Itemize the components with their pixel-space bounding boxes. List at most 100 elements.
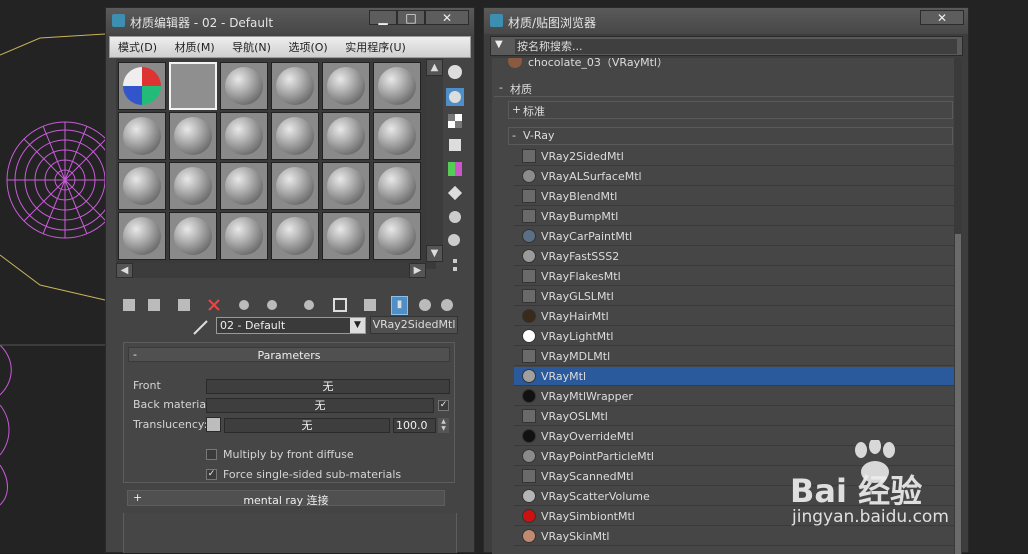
material-map-navigator-icon[interactable] xyxy=(446,256,464,274)
video-color-check-icon[interactable] xyxy=(446,160,464,178)
sample-slot[interactable] xyxy=(169,162,217,210)
menu-mode[interactable]: 模式(D) xyxy=(110,37,163,55)
sample-slot[interactable] xyxy=(322,62,370,110)
options-dropdown-icon[interactable]: ▼ xyxy=(495,39,503,50)
minimize-button[interactable]: ▁ xyxy=(369,10,397,25)
standard-category[interactable]: + 标准 xyxy=(508,101,953,119)
scroll-right-button[interactable]: ▶ xyxy=(409,263,426,278)
maximize-button[interactable]: □ xyxy=(397,10,425,25)
sample-slot[interactable] xyxy=(169,212,217,260)
material-list-item[interactable]: VRayFlakesMtl xyxy=(514,267,954,286)
scroll-left-button[interactable]: ◀ xyxy=(116,263,133,278)
material-id-channel-icon[interactable] xyxy=(332,297,348,313)
go-forward-sibling-icon[interactable] xyxy=(439,297,455,313)
sample-slot[interactable] xyxy=(322,162,370,210)
translucency-amount-spinner[interactable]: 100.0 xyxy=(393,418,436,433)
put-to-library-icon[interactable] xyxy=(301,297,317,313)
material-list-item[interactable]: VRayGLSLMtl xyxy=(514,287,954,306)
menu-navigation[interactable]: 导航(N) xyxy=(224,37,277,55)
sample-slot[interactable] xyxy=(118,212,166,260)
material-preview-sphere xyxy=(327,67,365,105)
menu-options[interactable]: 选项(O) xyxy=(280,37,333,55)
sample-slot[interactable] xyxy=(169,62,217,110)
select-by-material-icon[interactable] xyxy=(446,232,464,250)
material-list-item[interactable]: VRayOSLMtl xyxy=(514,407,954,426)
vray-category[interactable]: - V-Ray xyxy=(508,127,953,145)
go-to-parent-icon[interactable] xyxy=(417,297,433,313)
background-checker-icon[interactable] xyxy=(446,112,464,130)
sample-slot[interactable] xyxy=(271,162,319,210)
force-single-sided-checkbox[interactable]: ✓ xyxy=(206,469,217,480)
material-list-item[interactable]: VRayFastSSS2 xyxy=(514,247,954,266)
back-material-checkbox[interactable]: ✓ xyxy=(438,400,449,411)
sample-slot[interactable] xyxy=(373,112,421,160)
sample-slot[interactable] xyxy=(271,62,319,110)
sample-slot[interactable] xyxy=(118,62,166,110)
sample-type-icon[interactable] xyxy=(446,63,464,81)
scroll-down-button[interactable]: ▼ xyxy=(426,245,443,262)
close-button[interactable]: ✕ xyxy=(920,10,964,25)
backlight-icon[interactable] xyxy=(446,88,464,106)
sample-slot[interactable] xyxy=(220,212,268,260)
material-list-item[interactable]: VRayLightMtl xyxy=(514,327,954,346)
material-list-item[interactable]: VRay2SidedMtl xyxy=(514,147,954,166)
material-list-item[interactable]: VRayHairMtl xyxy=(514,307,954,326)
get-material-icon[interactable] xyxy=(121,297,137,313)
material-list-item[interactable]: VRayMDLMtl xyxy=(514,347,954,366)
sample-slot[interactable] xyxy=(220,112,268,160)
sample-slot[interactable] xyxy=(220,62,268,110)
copy-material-icon[interactable] xyxy=(236,297,252,313)
material-editor-titlebar[interactable]: 材质编辑器 - 02 - Default ▁ □ ✕ xyxy=(106,8,474,34)
sample-slot[interactable] xyxy=(271,112,319,160)
translucency-color-swatch[interactable] xyxy=(206,417,221,432)
menu-material[interactable]: 材质(M) xyxy=(167,37,221,55)
material-type-button[interactable]: VRay2SidedMtl xyxy=(370,316,458,334)
sample-slot[interactable] xyxy=(271,212,319,260)
sample-uv-tiling-icon[interactable] xyxy=(446,136,464,154)
sample-slot[interactable] xyxy=(373,162,421,210)
sample-slot[interactable] xyxy=(373,212,421,260)
horizontal-toolbar xyxy=(116,286,466,310)
put-to-scene-icon[interactable] xyxy=(146,297,162,313)
material-list-item[interactable]: VRayCarPaintMtl xyxy=(514,227,954,246)
top-item-row[interactable]: chocolate_03（VRayMtl） xyxy=(500,58,950,71)
slots-vertical-scrollbar[interactable] xyxy=(426,59,443,261)
material-list-item[interactable]: VRayALSurfaceMtl xyxy=(514,167,954,186)
translucency-map-button[interactable]: 无 xyxy=(224,418,390,433)
sample-slot[interactable] xyxy=(322,212,370,260)
close-button[interactable]: ✕ xyxy=(425,10,469,25)
material-list-item[interactable]: VRayMtlWrapper xyxy=(514,387,954,406)
parameters-header[interactable]: - Parameters xyxy=(128,347,450,362)
search-input[interactable]: 按名称搜索... xyxy=(515,39,957,54)
multiply-by-front-diffuse-checkbox[interactable] xyxy=(206,449,217,460)
sample-slot[interactable] xyxy=(169,112,217,160)
standard-label: 标准 xyxy=(523,105,545,118)
material-list-item[interactable]: VRayBlendMtl xyxy=(514,187,954,206)
sample-slot[interactable] xyxy=(373,62,421,110)
sample-slot[interactable] xyxy=(220,162,268,210)
sample-slot[interactable] xyxy=(118,162,166,210)
spinner-arrows-icon[interactable]: ▲ ▼ xyxy=(438,418,449,433)
browser-titlebar[interactable]: 材质/贴图浏览器 ✕ xyxy=(484,8,968,34)
sample-slot[interactable] xyxy=(322,112,370,160)
menu-utilities[interactable]: 实用程序(U) xyxy=(337,37,412,55)
reset-map-icon[interactable] xyxy=(206,297,222,313)
mental-ray-rollout[interactable]: + mental ray 连接 xyxy=(127,490,445,507)
materials-group-header[interactable]: - 材质 xyxy=(494,79,954,97)
slots-horizontal-scrollbar[interactable] xyxy=(116,263,426,278)
material-list-item[interactable]: VRayMtl xyxy=(514,367,954,386)
options-icon[interactable] xyxy=(446,208,464,226)
sample-slot[interactable] xyxy=(118,112,166,160)
material-name-field[interactable]: 02 - Default ▼ xyxy=(216,317,366,334)
material-list-item[interactable]: VRayBumpMtl xyxy=(514,207,954,226)
back-material-button[interactable]: 无 xyxy=(206,398,434,413)
assign-to-selection-icon[interactable] xyxy=(176,297,192,313)
show-map-in-viewport-icon[interactable] xyxy=(362,297,378,313)
make-preview-icon[interactable] xyxy=(446,184,464,202)
scroll-up-button[interactable]: ▲ xyxy=(426,59,443,76)
show-end-result-button[interactable]: ▮ xyxy=(391,296,408,315)
front-map-button[interactable]: 无 xyxy=(206,379,450,394)
chevron-down-icon[interactable]: ▼ xyxy=(350,318,365,333)
pick-material-from-object-icon[interactable] xyxy=(192,318,210,336)
make-unique-icon[interactable] xyxy=(264,297,280,313)
